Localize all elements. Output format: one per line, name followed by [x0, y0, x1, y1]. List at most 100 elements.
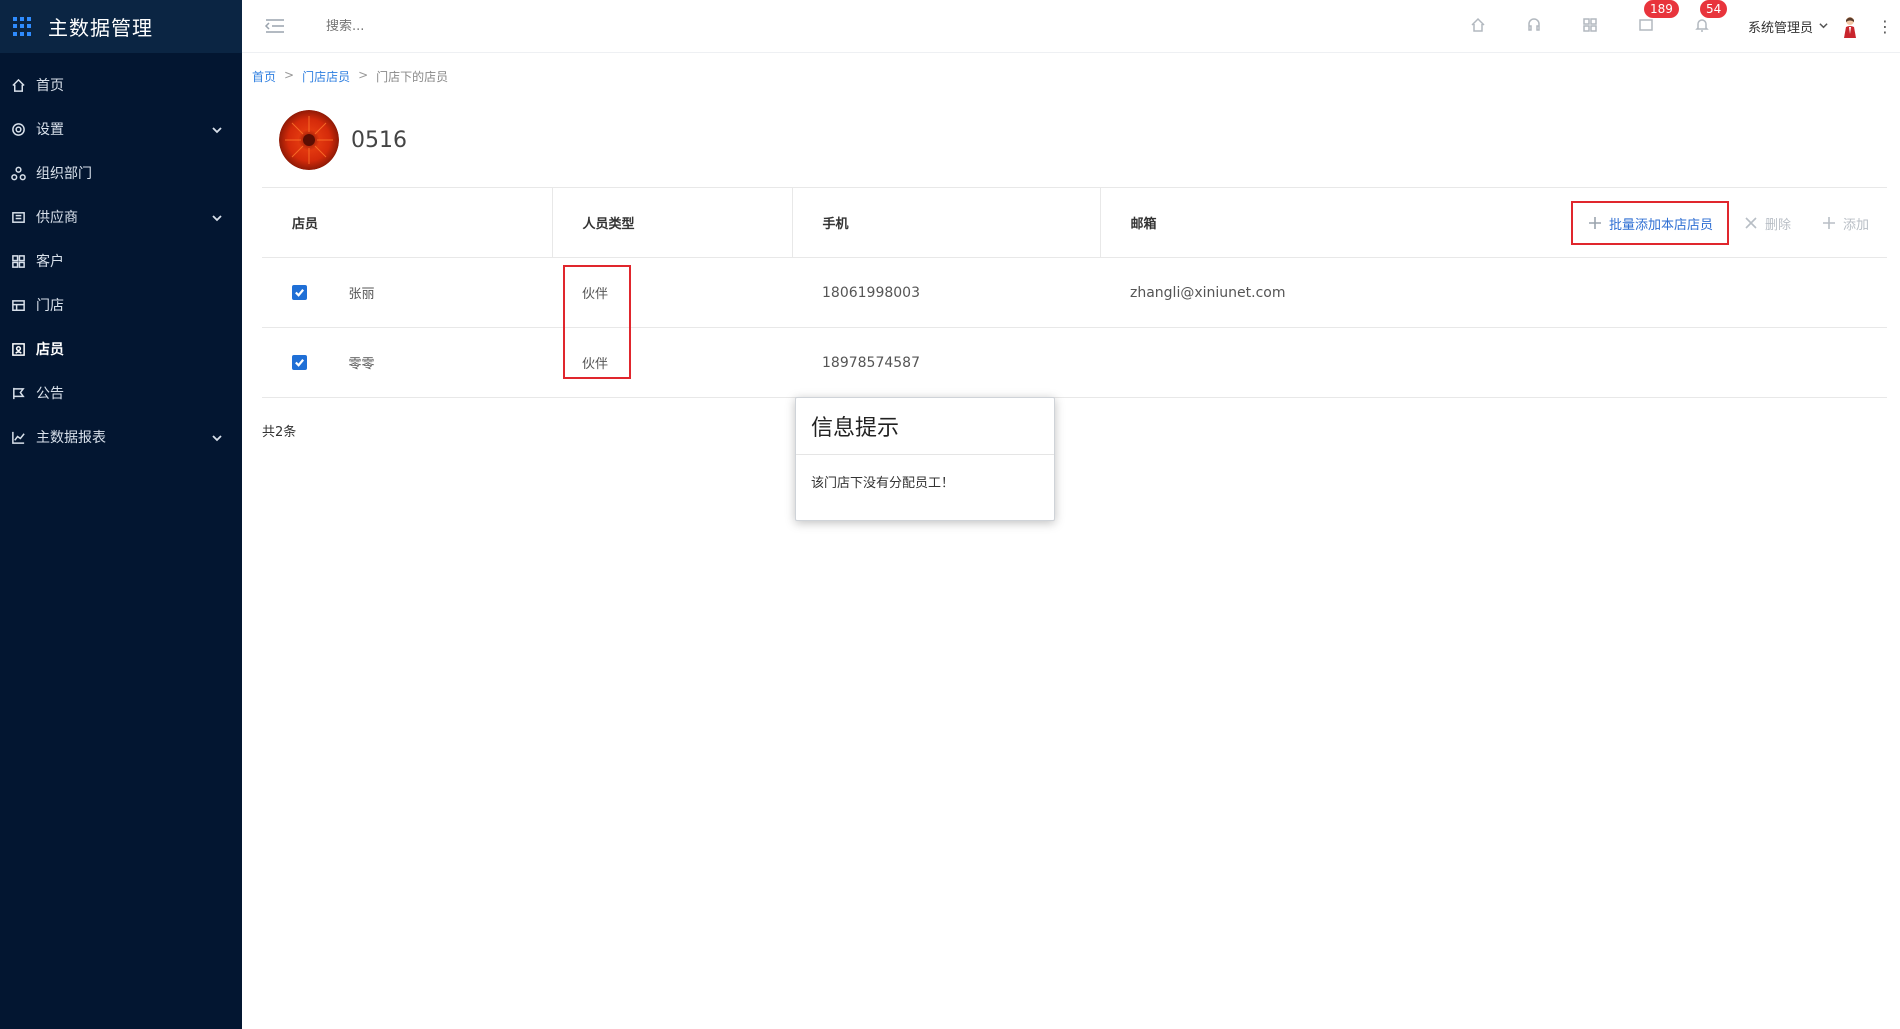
sidebar-item-label: 首页 [36, 78, 64, 94]
chevron-down-icon [212, 431, 222, 442]
avatar [1844, 16, 1856, 38]
home-icon [1470, 17, 1486, 37]
employee-name: 零零 [348, 357, 375, 372]
sidebar-item-label: 组织部门 [36, 166, 92, 182]
breadcrumb-current: 门店下的店员 [376, 70, 449, 84]
sidebar-item-reports[interactable]: 主数据报表 [0, 415, 242, 459]
store-avatar [279, 110, 339, 170]
chevron-down-icon [212, 211, 222, 222]
sidebar-item-store[interactable]: 门店 [0, 283, 242, 327]
employee-cell: 零零 [262, 327, 552, 398]
plus-icon [1588, 217, 1601, 229]
sidebar-item-announcement[interactable]: 公告 [0, 371, 242, 415]
clerk-table: 店员 人员类型 手机 邮箱 批量添加本店店员 删除 添加 张丽 伙伴 18061… [262, 187, 1887, 398]
email-cell [1100, 327, 1887, 398]
home-icon [11, 78, 26, 93]
sidebar-item-label: 客户 [36, 254, 64, 270]
close-icon [1745, 217, 1757, 229]
phone-cell: 18978574587 [792, 327, 1100, 398]
breadcrumb-home[interactable]: 首页 [252, 68, 276, 85]
sidebar-item-label: 公告 [36, 386, 64, 402]
phone-cell: 18061998003 [792, 257, 1100, 328]
check-icon [295, 359, 305, 367]
table-row: 零零 伙伴 18978574587 [262, 327, 1887, 398]
user-menu[interactable]: 系统管理员 [1748, 16, 1858, 38]
app-title: 主数据管理 [48, 16, 153, 40]
sidebar-item-settings[interactable]: 设置 [0, 107, 242, 151]
header-email: 邮箱 [1130, 217, 1157, 232]
breadcrumb-separator: > [284, 68, 295, 82]
chart-icon [11, 430, 26, 445]
messages-button[interactable]: 189 [1618, 0, 1679, 53]
sidebar-nav: 首页 设置 组织部门 供应商 客户 门店 店员 公告 主数据报表 [0, 53, 242, 459]
customer-icon [11, 254, 26, 269]
check-icon [295, 289, 305, 297]
gear-icon [11, 122, 26, 137]
apps-grid-icon [13, 16, 33, 37]
sidebar-item-label: 主数据报表 [36, 430, 106, 446]
org-icon [11, 166, 26, 181]
sidebar-item-clerk[interactable]: 店员 [0, 327, 242, 371]
notifications-button[interactable]: 54 [1674, 0, 1730, 53]
announcement-icon [11, 386, 26, 401]
batch-add-button[interactable]: 批量添加本店店员 [1570, 201, 1729, 245]
more-options-icon[interactable]: ⋮ [1870, 17, 1900, 36]
header-email-cell: 邮箱 批量添加本店店员 删除 添加 [1099, 187, 1887, 258]
type-column-highlight [563, 265, 631, 379]
search-input[interactable] [326, 18, 526, 34]
support-button[interactable] [1506, 0, 1562, 53]
sidebar-item-label: 门店 [36, 298, 64, 314]
sidebar-item-label: 供应商 [36, 210, 78, 226]
store-icon [11, 298, 26, 313]
sidebar-item-home[interactable]: 首页 [0, 63, 242, 107]
table-row: 张丽 伙伴 18061998003 zhangli@xiniunet.com [262, 257, 1887, 328]
clerk-table-container: 店员 人员类型 手机 邮箱 批量添加本店店员 删除 添加 张丽 伙伴 18061… [262, 187, 1887, 398]
chevron-down-icon [212, 123, 222, 134]
home-button[interactable] [1450, 0, 1506, 53]
breadcrumb: 首页 > 门店店员 > 门店下的店员 [252, 68, 448, 85]
table-header-row: 店员 人员类型 手机 邮箱 批量添加本店店员 删除 添加 [262, 187, 1887, 258]
grid-icon [1582, 17, 1598, 37]
dialog-title: 信息提示 [796, 398, 1054, 455]
breadcrumb-separator: > [358, 68, 369, 82]
topbar: 189 54 系统管理员 ⋮ [242, 0, 1900, 53]
add-button[interactable]: 添加 [1821, 214, 1869, 233]
plus-icon [1822, 217, 1835, 229]
table-actions: 批量添加本店店员 删除 添加 [1557, 188, 1869, 258]
delete-button[interactable]: 删除 [1743, 214, 1791, 233]
delete-label: 删除 [1764, 217, 1791, 233]
chevron-down-icon [1813, 19, 1828, 34]
brand[interactable]: 主数据管理 [0, 0, 242, 53]
apps-button[interactable] [1562, 0, 1618, 53]
sidebar-item-label: 店员 [36, 342, 64, 358]
store-header: 0516 [279, 110, 407, 170]
headset-icon [1526, 17, 1542, 37]
info-dialog: 信息提示 该门店下没有分配员工！ [795, 397, 1055, 521]
main-content: 首页 > 门店店员 > 门店下的店员 0516 店员 人员类型 手机 邮箱 批量… [242, 54, 1900, 1029]
header-type: 人员类型 [551, 187, 792, 258]
store-name: 0516 [351, 127, 407, 153]
notifications-badge: 54 [1699, 0, 1728, 18]
row-checkbox[interactable] [292, 285, 307, 300]
message-icon [1638, 17, 1654, 37]
clerk-icon [11, 342, 26, 357]
sidebar-item-supplier[interactable]: 供应商 [0, 195, 242, 239]
table-total: 共2条 [262, 425, 297, 440]
sidebar-item-org[interactable]: 组织部门 [0, 151, 242, 195]
supplier-icon [11, 210, 26, 225]
menu-toggle-icon[interactable] [264, 16, 286, 36]
employee-name: 张丽 [348, 287, 375, 302]
topbar-icons: 189 54 系统管理员 ⋮ [1450, 0, 1900, 53]
batch-add-label: 批量添加本店店员 [1608, 217, 1713, 233]
breadcrumb-parent[interactable]: 门店店员 [302, 68, 350, 85]
sidebar: 主数据管理 首页 设置 组织部门 供应商 客户 门店 店员 公告 主数据报表 [0, 0, 242, 1029]
user-name: 系统管理员 [1747, 21, 1813, 36]
sidebar-item-customer[interactable]: 客户 [0, 239, 242, 283]
sidebar-item-label: 设置 [36, 122, 64, 138]
employee-cell: 张丽 [262, 257, 552, 328]
email-cell: zhangli@xiniunet.com [1100, 257, 1887, 328]
bell-icon [1694, 17, 1710, 37]
dialog-message: 该门店下没有分配员工！ [811, 476, 955, 491]
add-label: 添加 [1842, 217, 1869, 233]
row-checkbox[interactable] [292, 355, 307, 370]
